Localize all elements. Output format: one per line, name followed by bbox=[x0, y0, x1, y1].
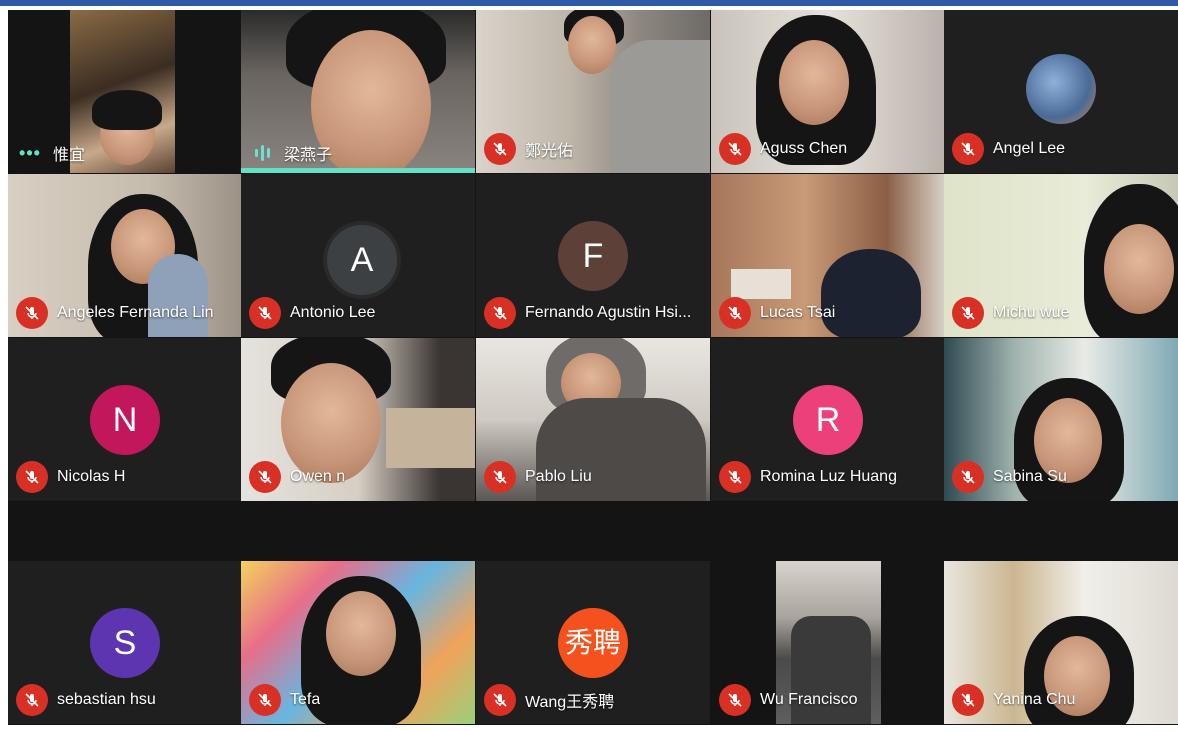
participant-name: Sabina Su bbox=[993, 468, 1067, 485]
participant-avatar: N bbox=[90, 384, 160, 455]
participant-tile-11[interactable]: Owen n bbox=[241, 338, 475, 501]
participant-label: Wang王秀聘 bbox=[484, 684, 614, 716]
participant-name: Antonio Lee bbox=[290, 304, 376, 321]
participant-name: Pablo Liu bbox=[525, 468, 592, 485]
mic-muted-icon bbox=[719, 133, 751, 165]
participant-avatar: F bbox=[558, 220, 628, 291]
participant-label: Wu Francisco bbox=[719, 684, 858, 716]
participant-tile-4[interactable]: Angel Lee bbox=[944, 10, 1178, 173]
participant-avatar: R bbox=[793, 384, 863, 455]
speaking-indicator-icon bbox=[249, 145, 275, 161]
participant-name: 梁燕子 bbox=[284, 147, 333, 164]
participant-label: Angeles Fernanda Lin bbox=[16, 297, 214, 329]
participant-tile-9[interactable]: Michu wue bbox=[944, 174, 1178, 337]
participant-tile-2[interactable]: 鄭光佑 bbox=[476, 10, 710, 173]
participant-tile-12[interactable]: Pablo Liu bbox=[476, 338, 710, 501]
participant-avatar: S bbox=[90, 607, 160, 678]
mic-muted-icon bbox=[719, 461, 751, 493]
participant-label: Michu wue bbox=[952, 297, 1069, 329]
participant-name: sebastian hsu bbox=[57, 691, 156, 708]
participant-name: Romina Luz Huang bbox=[760, 468, 897, 485]
participant-name: 鄭光佑 bbox=[525, 143, 574, 160]
participant-label: sebastian hsu bbox=[16, 684, 156, 716]
participant-name: Fernando Agustin Hsi... bbox=[525, 304, 692, 321]
participant-tile-8[interactable]: Lucas Tsai bbox=[711, 174, 945, 337]
mic-muted-icon bbox=[952, 297, 984, 329]
participant-label: 梁燕子 bbox=[249, 141, 332, 165]
mic-muted-icon bbox=[952, 133, 984, 165]
participant-tile-16[interactable]: Tefa bbox=[241, 561, 475, 724]
participant-name: Wang王秀聘 bbox=[525, 694, 615, 711]
participant-tile-19[interactable]: Yanina Chu bbox=[944, 561, 1178, 724]
participant-video bbox=[70, 10, 175, 173]
participant-name: Owen n bbox=[290, 468, 346, 485]
participant-name: Angeles Fernanda Lin bbox=[57, 304, 214, 321]
window-top-border bbox=[0, 0, 1178, 6]
participant-label: ••• 惟宜 bbox=[16, 141, 85, 165]
participant-tile-0[interactable]: ••• 惟宜 bbox=[8, 10, 242, 173]
participant-label: Yanina Chu bbox=[952, 684, 1075, 716]
participant-name: Wu Francisco bbox=[760, 691, 858, 708]
participant-tile-10[interactable]: N Nicolas H bbox=[8, 338, 242, 501]
mic-muted-icon bbox=[249, 684, 281, 716]
mic-muted-icon bbox=[484, 461, 516, 493]
participant-tile-3[interactable]: Aguss Chen bbox=[711, 10, 945, 173]
mic-muted-icon bbox=[952, 461, 984, 493]
participant-label: Owen n bbox=[249, 461, 345, 493]
participant-avatar: A bbox=[323, 220, 401, 299]
mic-muted-icon bbox=[719, 297, 751, 329]
mic-muted-icon bbox=[484, 684, 516, 716]
participant-tile-6[interactable]: A Antonio Lee bbox=[241, 174, 475, 337]
participant-name: Michu wue bbox=[993, 304, 1070, 321]
participant-name: Yanina Chu bbox=[993, 691, 1076, 708]
mic-muted-icon bbox=[16, 684, 48, 716]
participant-label: Angel Lee bbox=[952, 133, 1065, 165]
participant-tile-17[interactable]: 秀聘 Wang王秀聘 bbox=[476, 561, 710, 724]
participant-name: Lucas Tsai bbox=[760, 304, 836, 321]
participant-tile-15[interactable]: S sebastian hsu bbox=[8, 561, 242, 724]
participant-tile-18[interactable]: Wu Francisco bbox=[711, 561, 945, 724]
participant-label: Romina Luz Huang bbox=[719, 461, 897, 493]
mic-muted-icon bbox=[249, 461, 281, 493]
participant-name: Nicolas H bbox=[57, 468, 126, 485]
participant-label: Aguss Chen bbox=[719, 133, 847, 165]
participant-tile-7[interactable]: F Fernando Agustin Hsi... bbox=[476, 174, 710, 337]
participant-grid: ••• 惟宜 梁燕子 鄭光佑 Aguss Chen Angel Lee Ange… bbox=[8, 10, 1178, 725]
participant-label: 鄭光佑 bbox=[484, 133, 573, 165]
participant-avatar: 秀聘 bbox=[558, 607, 628, 678]
participant-name: Tefa bbox=[290, 691, 321, 708]
mic-muted-icon bbox=[484, 133, 516, 165]
participant-label: Antonio Lee bbox=[249, 297, 375, 329]
participant-label: Lucas Tsai bbox=[719, 297, 835, 329]
mic-muted-icon bbox=[719, 684, 751, 716]
mic-muted-icon bbox=[952, 684, 984, 716]
participant-name: Aguss Chen bbox=[760, 140, 848, 157]
more-options-icon[interactable]: ••• bbox=[16, 143, 44, 164]
mic-muted-icon bbox=[16, 297, 48, 329]
participant-tile-14[interactable]: Sabina Su bbox=[944, 338, 1178, 501]
participant-label: Fernando Agustin Hsi... bbox=[484, 297, 691, 329]
participant-label: Nicolas H bbox=[16, 461, 125, 493]
participant-name: 惟宜 bbox=[53, 147, 86, 164]
mic-muted-icon bbox=[484, 297, 516, 329]
participant-label: Pablo Liu bbox=[484, 461, 592, 493]
participant-tile-1[interactable]: 梁燕子 bbox=[241, 10, 475, 173]
participant-label: Tefa bbox=[249, 684, 320, 716]
mic-muted-icon bbox=[16, 461, 48, 493]
participant-label: Sabina Su bbox=[952, 461, 1067, 493]
speaking-highlight bbox=[241, 168, 475, 173]
profile-photo bbox=[1026, 53, 1096, 124]
participant-tile-5[interactable]: Angeles Fernanda Lin bbox=[8, 174, 242, 337]
mic-muted-icon bbox=[249, 297, 281, 329]
participant-name: Angel Lee bbox=[993, 140, 1066, 157]
participant-tile-13[interactable]: R Romina Luz Huang bbox=[711, 338, 945, 501]
